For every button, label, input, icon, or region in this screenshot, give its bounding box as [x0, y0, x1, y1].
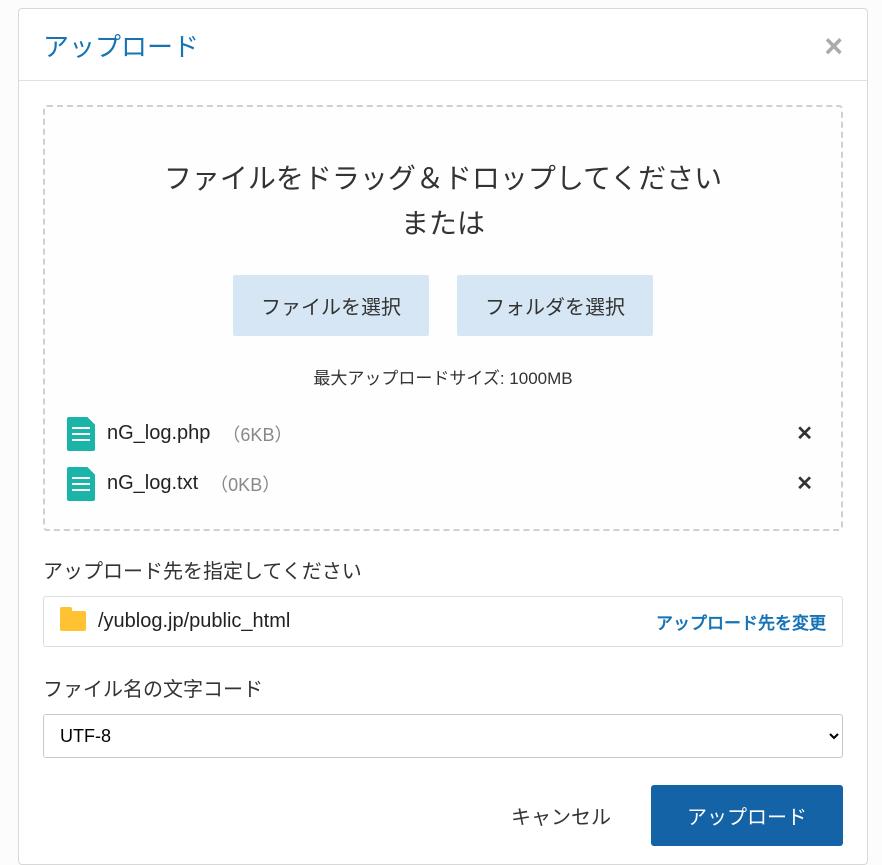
file-size: （6KB）	[222, 421, 292, 447]
upload-modal: アップロード × ファイルをドラッグ＆ドロップしてください または ファイルを選…	[18, 8, 868, 865]
encoding-select[interactable]: UTF-8	[43, 714, 843, 758]
modal-title: アップロード	[43, 27, 199, 64]
file-icon	[67, 467, 95, 501]
file-name: nG_log.txt	[107, 472, 198, 495]
remove-file-icon[interactable]: ✕	[790, 471, 819, 496]
file-item: nG_log.txt （0KB） ✕	[67, 459, 819, 509]
file-icon	[67, 417, 95, 451]
dropzone-instruction: ファイルをドラッグ＆ドロップしてください または	[65, 157, 821, 247]
modal-footer: キャンセル アップロード	[19, 771, 867, 864]
max-upload-size: 最大アップロードサイズ: 1000MB	[65, 364, 821, 389]
upload-button[interactable]: アップロード	[651, 785, 843, 846]
file-list: nG_log.php （6KB） ✕ nG_log.txt （0KB） ✕	[65, 409, 821, 509]
cancel-button[interactable]: キャンセル	[511, 801, 611, 830]
dropzone[interactable]: ファイルをドラッグ＆ドロップしてください または ファイルを選択 フォルダを選択…	[43, 105, 843, 531]
encoding-label: ファイル名の文字コード	[43, 673, 843, 702]
close-icon[interactable]: ×	[824, 30, 843, 62]
destination-path: /yublog.jp/public_html	[98, 610, 644, 633]
destination-box: /yublog.jp/public_html アップロード先を変更	[43, 596, 843, 647]
file-name: nG_log.php	[107, 422, 210, 445]
remove-file-icon[interactable]: ✕	[790, 421, 819, 446]
folder-icon	[60, 611, 86, 631]
file-size: （0KB）	[210, 471, 280, 497]
file-item: nG_log.php （6KB） ✕	[67, 409, 819, 459]
select-folder-button[interactable]: フォルダを選択	[457, 275, 653, 336]
select-button-row: ファイルを選択 フォルダを選択	[65, 275, 821, 336]
modal-body: ファイルをドラッグ＆ドロップしてください または ファイルを選択 フォルダを選択…	[19, 81, 867, 771]
select-file-button[interactable]: ファイルを選択	[233, 275, 429, 336]
modal-header: アップロード ×	[19, 9, 867, 81]
change-destination-link[interactable]: アップロード先を変更	[656, 609, 826, 634]
destination-label: アップロード先を指定してください	[43, 555, 843, 584]
